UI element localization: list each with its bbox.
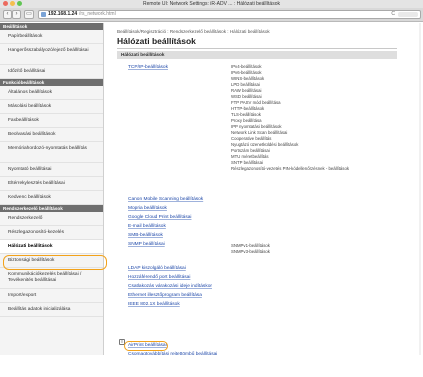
sidebar-item-label: Másolási beállítások [8, 104, 52, 109]
link-snmpv1[interactable]: SNMPv1-beállítások [231, 243, 270, 248]
sidebar-item-label: Beállítás adatok inicializálása [8, 307, 71, 312]
sidebar-item-label: Kommunikációkezelés beállításai / Tevéke… [8, 272, 82, 283]
sidebar-item-volume[interactable]: Hangerősszabályozó/ejező beállításai [0, 44, 103, 65]
link-ftp[interactable]: FTP PASV mód beállítása [231, 100, 281, 105]
sidebar-item-communication[interactable]: Kommunikációkezelés beállításai / Tevéke… [0, 268, 103, 289]
link-google-cloud-print[interactable]: Google Cloud Print beállításai [128, 215, 191, 220]
sidebar-item-label: Részlegazonosító-kezelés [8, 230, 64, 235]
browser-toolbar: ‹ › ▭ 192.168.1.24 /rs_network.html C [0, 8, 423, 22]
link-ipp[interactable]: IPP nyomtatási beállítások [231, 124, 282, 129]
scrollbar[interactable] [419, 23, 421, 355]
sidebar-item-media-print[interactable]: Memóriahordozó-nyomtatás beállítás [0, 142, 103, 163]
link-smb[interactable]: SMB-beállítások [128, 233, 163, 238]
link-lpd[interactable]: LPD beállításai [231, 82, 260, 87]
sidebar-item-copy[interactable]: Másolási beállítások [0, 100, 103, 114]
sidebar-item-printer[interactable]: Nyomtató beállításai [0, 163, 103, 177]
link-snmp[interactable]: SNMP beállításai [128, 242, 165, 247]
sidebar-item-import-export[interactable]: Import/export [0, 289, 103, 303]
sidebar-item-system-manager[interactable]: Rendszerkezelő [0, 212, 103, 226]
link-raw[interactable]: RAW beállításai [231, 88, 261, 93]
divider [117, 48, 397, 49]
sidebar-item-label: Kedvenc beállítások [8, 195, 51, 200]
link-http[interactable]: HTTP-beállítások [231, 106, 264, 111]
sidebar-item-label: Papírbeállítások [8, 34, 43, 39]
sidebar-item-label: Nyomtató beállításai [8, 167, 52, 172]
back-icon[interactable]: ‹ [3, 10, 12, 19]
link-snmpv3[interactable]: SNMPv3-beállítások [231, 249, 270, 254]
link-email[interactable]: E-mail beállítások [128, 224, 166, 229]
sidebar-toggle-icon[interactable]: ▭ [24, 10, 34, 19]
link-mtu[interactable]: MTU méretbeállítás [231, 154, 269, 159]
sidebar-item-label: Beolvasási beállítások [8, 132, 56, 137]
link-ldap[interactable]: LDAP kiszolgáló beállításai [128, 266, 186, 271]
link-wait-time[interactable]: Csatlakozás várakozási ideje indításkor [128, 284, 212, 289]
link-port-access[interactable]: Hozzáférendő port beállításai [128, 275, 190, 280]
sidebar-item-timer[interactable]: Időzítő beállításai [0, 65, 103, 79]
link-ipv6[interactable]: IPv6-beállítások [231, 70, 262, 75]
link-cooperative[interactable]: Cooperative beállítás [231, 136, 271, 141]
page-title: Hálózati beállítások [117, 36, 196, 46]
sidebar-item-general[interactable]: Általános beállítások [0, 86, 103, 100]
link-network-link-scan[interactable]: Network Link Scan beállításai [231, 130, 287, 135]
highlight-airprint [124, 341, 168, 351]
sidebar-item-label: Rendszerkezelő [8, 216, 43, 221]
link-port[interactable]: Portszám beállításai [231, 148, 270, 153]
address-bar[interactable]: 192.168.1.24 /rs_network.html C [38, 10, 421, 19]
sidebar-item-paper[interactable]: Papírbeállítások [0, 30, 103, 44]
sidebar-item-initialize[interactable]: Beállítás adatok inicializálása [0, 303, 103, 317]
sidebar-item-sync[interactable]: Eltérrekylesztés beállításai [0, 177, 103, 191]
sidebar-item-label: Import/export [8, 293, 37, 298]
breadcrumb: Beállítások/Regisztráció : Rendszerkezel… [117, 29, 270, 34]
link-sntp[interactable]: SNTP beállításai [231, 160, 263, 165]
sidebar-item-network[interactable]: Hálózati beállítások [0, 240, 103, 254]
link-ieee8021x[interactable]: IEEE 802.1X beállítások [128, 302, 180, 307]
sidebar-item-label: Memóriahordozó-nyomtatás beállítás [8, 146, 87, 151]
link-mopria[interactable]: Mopria beállítások [128, 206, 167, 211]
link-mobile-scanning[interactable]: Canon Mobile Scanning beállítások [128, 197, 203, 202]
forward-icon[interactable]: › [12, 10, 21, 19]
link-pin-verify[interactable]: Részlegazonosító-vezetés PIN-kódellenőrz… [231, 166, 349, 171]
page-bottom [0, 355, 423, 377]
url-path: /rs_network.html [79, 11, 116, 17]
sidebar-item-label: Hangerősszabályozó/ejező beállításai [8, 48, 89, 53]
link-ethernet[interactable]: Ethernet illesztőprogram beállítása [128, 293, 202, 298]
sidebar: Beállítások Papírbeállítások Hangerőssza… [0, 23, 104, 355]
sidebar-item-label: Általános beállítások [8, 90, 52, 95]
window-titlebar: Remote UI: Network Settings: iR-ADV ... … [0, 0, 423, 8]
site-icon [41, 12, 46, 17]
sidebar-item-label: Eltérrekylesztés beállításai [8, 181, 65, 186]
sidebar-heading: Rendszerkezelő beállítások [0, 205, 103, 212]
sidebar-heading: Funkcióbeállítások [0, 79, 103, 86]
link-ipv4[interactable]: IPv4-beállítások [231, 64, 262, 69]
link-wsd[interactable]: WSD beállításai [231, 94, 262, 99]
section-heading: Hálózati beállítások [117, 51, 397, 59]
sidebar-item-label: Faxbeállítások [8, 118, 39, 123]
highlight-network-settings [3, 255, 107, 270]
reload-icon[interactable]: C [391, 11, 395, 18]
sidebar-heading: Beállítások [0, 23, 103, 30]
sidebar-item-fax[interactable]: Faxbeállítások [0, 114, 103, 128]
search-field[interactable] [398, 12, 418, 17]
link-tcpip[interactable]: TCP/IP-beállítások [128, 65, 168, 70]
sidebar-item-department-id[interactable]: Részlegazonosító-kezelés [0, 226, 103, 240]
window-title: Remote UI: Network Settings: iR-ADV ... … [143, 1, 280, 7]
sidebar-item-label: Hálózati beállítások [8, 244, 53, 249]
sidebar-item-favorites[interactable]: Kedvenc beállítások [0, 191, 103, 205]
link-proxy[interactable]: Proxy beállítása [231, 118, 262, 123]
main-content: Beállítások/Regisztráció : Rendszerkezel… [105, 23, 423, 357]
link-wins[interactable]: WINS-beállítások [231, 76, 264, 81]
sidebar-item-scan[interactable]: Beolvasási beállítások [0, 128, 103, 142]
url-host: 192.168.1.24 [48, 11, 78, 17]
link-notification[interactable]: Nyugtázó üzenetküldési beállítások [231, 142, 298, 147]
link-tls[interactable]: TLS-beállítások [231, 112, 261, 117]
sidebar-item-label: Időzítő beállításai [8, 69, 46, 74]
